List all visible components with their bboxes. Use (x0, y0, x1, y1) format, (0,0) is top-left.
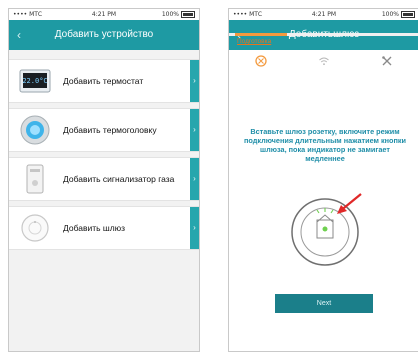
nav-bar: ‹ Добавить устройство (9, 20, 199, 50)
chevron-right-icon: › (190, 60, 199, 102)
battery-percent: 100% (161, 11, 179, 18)
battery-icon (401, 11, 415, 18)
add-thermostat-item[interactable]: 22.0°C Добавить термостат › (9, 59, 199, 103)
gas-detector-icon (26, 164, 44, 194)
wifi-icon (318, 57, 329, 66)
thermostat-icon: 22.0°C (19, 69, 51, 93)
item-label: Добавить сигнализатор газа (63, 174, 175, 184)
chevron-right-icon: › (190, 109, 199, 151)
item-label: Добавить термоголовку (63, 125, 157, 135)
step-configure[interactable] (355, 52, 418, 72)
thermostat-thumb-text: 22.0°C (22, 77, 47, 85)
add-thermostatic-head-item[interactable]: Добавить термоголовку › (9, 108, 199, 152)
item-label: Добавить шлюз (63, 223, 125, 233)
step-connect[interactable] (292, 52, 355, 72)
device-type-list: 22.0°C Добавить термостат › Добавить тер… (9, 50, 199, 250)
step-label: Подготовка (237, 38, 272, 45)
status-bar: •••• МТС 4:21 PM 100% (9, 9, 199, 20)
gateway-icon (21, 214, 49, 242)
step-prepare[interactable] (229, 52, 292, 72)
thermostatic-head-icon (20, 115, 50, 145)
chevron-right-icon: › (190, 207, 199, 249)
back-button[interactable]: ‹ (17, 20, 21, 50)
instruction-text: Вставьте шлюз розетку, включите режим по… (243, 127, 407, 163)
step-progress-bar (229, 33, 418, 36)
page-title: Добавить устройство (54, 29, 154, 40)
settings-circle-icon (254, 55, 267, 67)
battery-icon (181, 11, 195, 18)
add-gateway-screen: •••• МТС 4:21 PM 100% ‹ Добавитьшлюз (228, 8, 418, 352)
status-bar: •••• МТС 4:21 PM 100% (229, 9, 418, 20)
step-progress-fill (235, 33, 287, 36)
battery-percent: 100% (381, 11, 399, 18)
battery-indicator: 100% (382, 9, 415, 20)
chevron-left-icon: ‹ (17, 28, 21, 42)
chevron-right-icon: › (190, 158, 199, 200)
step-indicator (229, 50, 418, 74)
item-label: Добавить термостат (63, 76, 144, 86)
add-gas-detector-item[interactable]: Добавить сигнализатор газа › (9, 157, 199, 201)
add-device-screen: •••• МТС 4:21 PM 100% ‹ Добавить устройс… (8, 8, 200, 352)
battery-indicator: 100% (162, 9, 195, 20)
next-button[interactable]: Next (275, 294, 373, 313)
tools-icon (381, 56, 391, 66)
add-gateway-item[interactable]: Добавить шлюз › (9, 206, 199, 250)
gateway-illustration (291, 193, 362, 266)
